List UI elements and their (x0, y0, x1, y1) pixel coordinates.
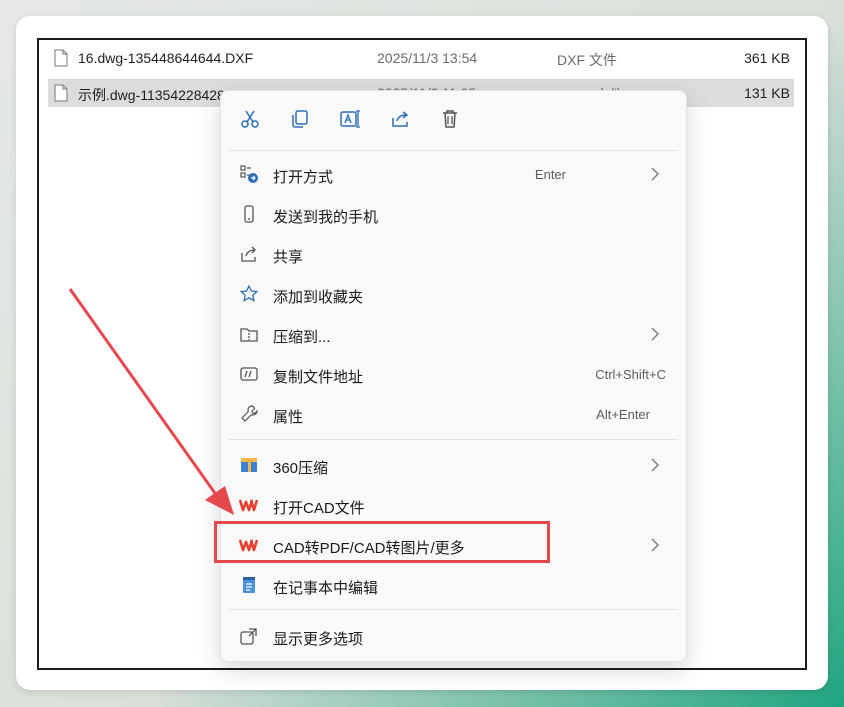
file-size: 131 KB (744, 85, 790, 101)
context-menu-toolbar (221, 91, 686, 147)
chevron-right-icon (650, 166, 660, 182)
menu-item-send-to-phone[interactable]: 发送到我的手机 (229, 195, 678, 233)
file-icon (54, 49, 68, 67)
menu-item-label: 添加到收藏夹 (273, 289, 364, 306)
share-icon[interactable] (389, 108, 411, 130)
path-icon (239, 364, 259, 384)
wps-logo-icon (238, 535, 259, 555)
copy-icon[interactable] (289, 108, 311, 130)
menu-item-properties[interactable]: 属性 Alt+Enter (229, 395, 678, 433)
file-size: 361 KB (744, 50, 790, 66)
phone-icon (239, 204, 259, 224)
menu-item-open-cad[interactable]: 打开CAD文件 (229, 486, 678, 524)
menu-item-label: 复制文件地址 (273, 369, 364, 386)
menu-item-label: 打开CAD文件 (273, 500, 365, 517)
menu-item-label: 属性 (273, 409, 304, 426)
menu-item-label: 打开方式 (273, 169, 334, 186)
file-row[interactable]: 16.dwg-135448644644.DXF 2025/11/3 13:54 … (48, 44, 794, 72)
wps-logo-icon (238, 495, 259, 515)
context-menu: 打开方式 Enter 发送到我的手机 共享 添加到收藏夹 压缩到... 复制文件… (220, 90, 687, 662)
menu-item-label: 共享 (273, 249, 304, 266)
star-icon (239, 284, 259, 304)
chevron-right-icon (650, 326, 660, 342)
zip-360-icon (239, 455, 259, 475)
notepad-icon (239, 575, 259, 595)
menu-item-share[interactable]: 共享 (229, 235, 678, 273)
menu-item-label: 显示更多选项 (273, 631, 364, 648)
menu-item-360-zip[interactable]: 360压缩 (229, 446, 678, 484)
open-with-icon (239, 164, 259, 184)
menu-item-add-favorites[interactable]: 添加到收藏夹 (229, 275, 678, 313)
menu-item-compress-to[interactable]: 压缩到... (229, 315, 678, 353)
file-type: DXF 文件 (557, 52, 617, 68)
menu-item-copy-path[interactable]: 复制文件地址 Ctrl+Shift+C (229, 355, 678, 393)
file-icon (54, 84, 68, 102)
menu-item-shortcut: Alt+Enter (596, 407, 650, 422)
wrench-icon (239, 404, 259, 424)
menu-divider (229, 609, 678, 610)
file-name: 16.dwg-135448644644.DXF (78, 50, 254, 66)
menu-item-more-options[interactable]: 显示更多选项 (229, 617, 678, 655)
menu-item-shortcut: Ctrl+Shift+C (595, 367, 666, 382)
menu-divider (229, 439, 678, 440)
menu-item-label: 在记事本中编辑 (273, 580, 379, 597)
cut-icon[interactable] (239, 108, 261, 130)
expand-icon (239, 626, 259, 646)
menu-item-shortcut: Enter (534, 167, 566, 182)
menu-item-notepad[interactable]: 在记事本中编辑 (229, 566, 678, 604)
chevron-right-icon (650, 537, 660, 553)
menu-item-label: 发送到我的手机 (273, 209, 379, 226)
chevron-right-icon (650, 457, 660, 473)
menu-item-open-with[interactable]: 打开方式 Enter (229, 155, 678, 193)
menu-divider (229, 150, 678, 151)
share-icon (239, 244, 259, 264)
zip-folder-icon (239, 324, 259, 344)
menu-item-label: 360压缩 (273, 460, 329, 477)
menu-item-cad-convert[interactable]: CAD转PDF/CAD转图片/更多 (229, 526, 678, 564)
menu-item-label: 压缩到... (273, 329, 331, 346)
menu-item-label: CAD转PDF/CAD转图片/更多 (273, 540, 465, 557)
file-date: 2025/11/3 13:54 (377, 50, 478, 66)
rename-icon[interactable] (339, 108, 361, 130)
delete-icon[interactable] (439, 108, 461, 130)
